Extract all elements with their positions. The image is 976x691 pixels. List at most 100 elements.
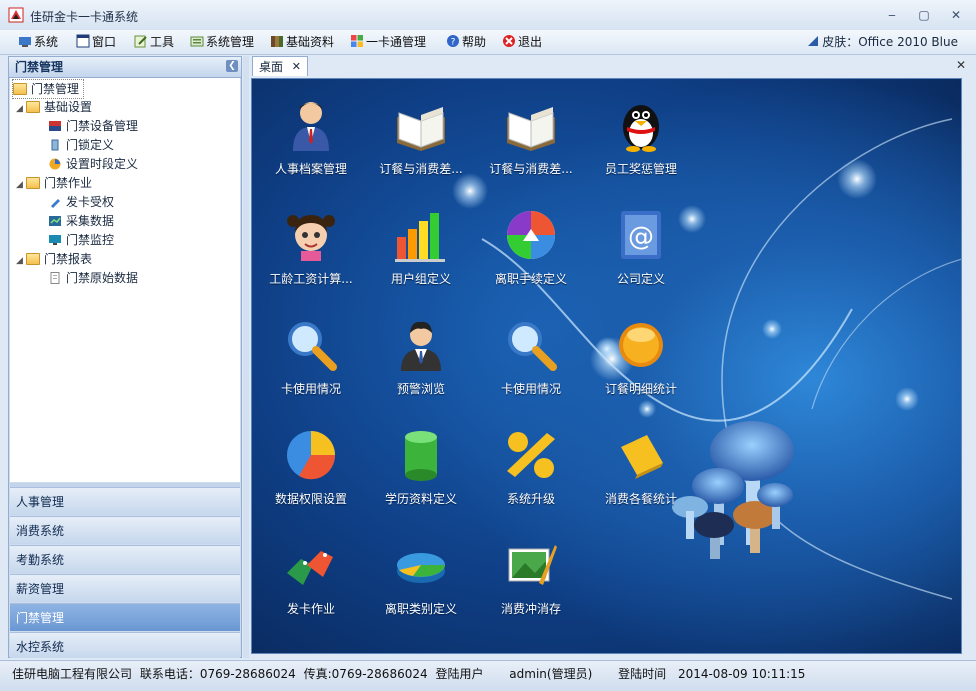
tree-group-access-ops[interactable]: ◢ 门禁作业	[16, 174, 92, 192]
nav-hr-management[interactable]: 人事管理	[10, 487, 240, 515]
device-icon	[49, 121, 61, 131]
nav-payroll-management[interactable]: 薪资管理	[10, 574, 240, 602]
desktop-icon-meal-stats[interactable]: 消费各餐统计	[586, 419, 696, 519]
close-all-tabs-icon[interactable]: ✕	[956, 58, 966, 72]
tree-group-access-reports[interactable]: ◢ 门禁报表	[16, 250, 92, 268]
nav-attendance-system[interactable]: 考勤系统	[10, 545, 240, 573]
note-icon	[621, 435, 663, 479]
maximize-button[interactable]: ▢	[912, 6, 936, 24]
desktop-icon-seniority-wage[interactable]: 工龄工资计算...	[256, 199, 366, 299]
monitor-icon	[49, 235, 61, 245]
skin-icon	[808, 36, 819, 46]
minimize-button[interactable]: ‒	[880, 6, 904, 24]
desktop-icon-consume-offset[interactable]: 消费冲消存	[476, 529, 586, 629]
tree-root[interactable]: 门禁管理	[12, 79, 85, 99]
desktop-icon-resign-procedure[interactable]: 离职手续定义	[476, 199, 586, 299]
collapse-arrow-icon[interactable]: ◢	[16, 252, 26, 270]
tree-item-issue-card[interactable]: 发卡受权	[48, 193, 114, 211]
collapse-arrow-icon[interactable]: ◢	[16, 176, 26, 194]
window-title: 佳研金卡一卡通系统	[30, 10, 139, 24]
desktop-icon-hr-files[interactable]: 人事档案管理	[256, 89, 366, 189]
app-logo-icon	[8, 7, 24, 23]
folder-open-icon	[26, 101, 40, 113]
girl-avatar-icon	[287, 215, 335, 261]
tree-item-device-management[interactable]: 门禁设备管理	[48, 117, 138, 135]
desktop-icon-data-permission[interactable]: 数据权限设置	[256, 419, 366, 519]
nav-consumption-system[interactable]: 消费系统	[10, 516, 240, 544]
svg-text:?: ?	[451, 38, 456, 48]
desktop-icon-education-def[interactable]: 学历资料定义	[366, 419, 476, 519]
menu-tools[interactable]: 工具	[134, 33, 174, 51]
businessman-icon	[401, 321, 441, 371]
desktop-icon-card-usage-2[interactable]: 卡使用情况	[476, 309, 586, 409]
card-management-icon	[351, 35, 363, 47]
person-icon	[293, 102, 329, 151]
basic-data-icon	[271, 36, 283, 47]
magnifier-icon	[508, 322, 557, 371]
tree-item-access-monitor[interactable]: 门禁监控	[48, 231, 114, 249]
left-panel: 门禁管理 ❮ 门禁管理 ◢ 基础设置 门禁设备管理 门锁定义 设置时段定义 ◢ 门禁…	[8, 56, 242, 658]
system-icon	[19, 37, 31, 47]
folder-open-icon	[26, 177, 40, 189]
desktop-icon-user-group[interactable]: 用户组定义	[366, 199, 476, 299]
tree-item-collect-data[interactable]: 采集数据	[48, 212, 114, 230]
exit-icon	[503, 35, 515, 47]
login-time-label: 登陆时间	[618, 667, 667, 681]
desktop-icon-reward-punish[interactable]: 员工奖惩管理	[586, 89, 696, 189]
left-panel-title: 门禁管理	[15, 60, 64, 74]
percent-icon	[507, 432, 555, 478]
tree-item-raw-access-data[interactable]: 门禁原始数据	[48, 269, 138, 287]
sale-tags-icon	[287, 551, 333, 585]
menu-window[interactable]: 窗口	[76, 33, 116, 51]
nav-access-control[interactable]: 门禁管理	[10, 603, 240, 631]
desktop-icon-meal-diff-2[interactable]: 订餐与消费差...	[476, 89, 586, 189]
desktop-icon-card-usage-1[interactable]: 卡使用情况	[256, 309, 366, 409]
desktop-icon-meal-diff-1[interactable]: 订餐与消费差...	[366, 89, 476, 189]
tree-item-lock-definition[interactable]: 门锁定义	[48, 136, 114, 154]
address-book-icon: @	[621, 211, 661, 259]
close-button[interactable]: ✕	[944, 6, 968, 24]
desktop-icon-resign-category[interactable]: 离职类别定义	[366, 529, 476, 629]
tree-group-basic-settings[interactable]: ◢ 基础设置	[16, 98, 92, 116]
tools-icon	[134, 35, 147, 48]
tree-item-time-period[interactable]: 设置时段定义	[48, 155, 138, 173]
menu-card-management[interactable]: 一卡通管理	[350, 33, 426, 51]
green-cylinder-icon	[405, 431, 437, 481]
svg-text:@: @	[628, 222, 654, 252]
picasa-icon	[507, 211, 555, 259]
phone-number: 联系电话：0769-28686024	[139, 667, 296, 681]
menu-system[interactable]: 系统	[18, 33, 58, 51]
menu-system-admin[interactable]: 系统管理	[190, 33, 254, 51]
nav-water-control[interactable]: 水控系统	[10, 632, 240, 658]
module-tree: 门禁管理 ◢ 基础设置 门禁设备管理 门锁定义 设置时段定义 ◢ 门禁作业 发卡受权…	[10, 78, 240, 482]
collapse-arrow-icon[interactable]: ◢	[16, 100, 26, 118]
pencil-icon	[51, 199, 60, 208]
orange-orb-icon	[619, 323, 663, 367]
desktop-icon-alert-browse[interactable]: 预警浏览	[366, 309, 476, 409]
desktop-icon-card-issue[interactable]: 发卡作业	[256, 529, 366, 629]
title-bar: 佳研金卡一卡通系统 ‒ ▢ ✕	[0, 0, 976, 31]
skin-selector[interactable]: 皮肤：Office 2010 Blue	[806, 33, 958, 51]
desktop-icon-meal-detail-stats[interactable]: 订餐明细统计	[586, 309, 696, 409]
tab-strip: 桌面 ✕ ✕	[250, 56, 968, 78]
help-icon: ?	[447, 35, 459, 48]
penguin-icon	[623, 105, 659, 152]
vertical-splitter[interactable]	[243, 56, 249, 658]
menu-bar: 系统 窗口 工具 系统管理 基础资料 一卡通管理 ? 帮助 退出 皮肤：Offic…	[0, 30, 976, 55]
lock-icon	[51, 139, 59, 151]
collapse-panel-button[interactable]: ❮	[226, 60, 238, 72]
login-time: 2014-08-09 10:11:15	[677, 667, 806, 681]
magnifier-icon	[288, 322, 337, 371]
desktop-icon-company-def[interactable]: @ 公司定义	[586, 199, 696, 299]
status-bar: 佳研电脑工程有限公司 联系电话：0769-28686024 传真:0769-28…	[0, 660, 976, 691]
current-user: admin(管理员)	[509, 667, 593, 681]
menu-basic-data[interactable]: 基础资料	[270, 33, 334, 51]
tab-desktop[interactable]: 桌面 ✕	[252, 56, 308, 76]
book-icon	[507, 107, 555, 151]
menu-exit[interactable]: 退出	[502, 33, 542, 51]
folder-open-icon	[26, 253, 40, 265]
bar-chart-icon	[395, 213, 445, 262]
tab-close-icon[interactable]: ✕	[292, 57, 301, 77]
desktop-icon-system-upgrade[interactable]: 系统升级	[476, 419, 586, 519]
menu-help[interactable]: ? 帮助	[446, 33, 486, 51]
